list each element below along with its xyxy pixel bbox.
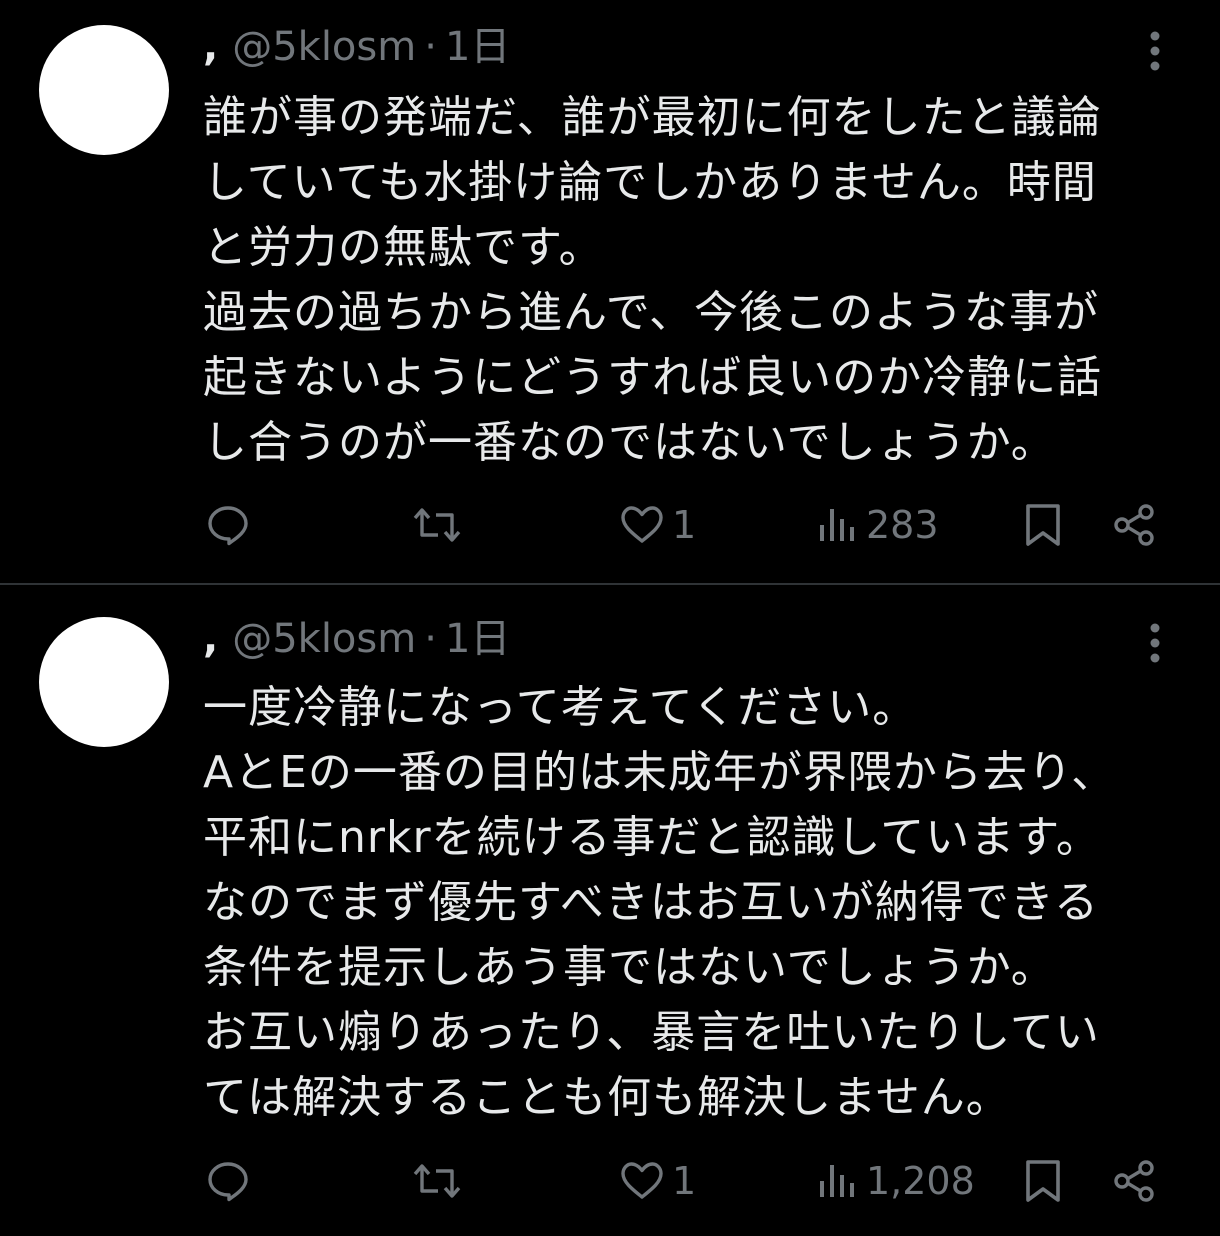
tweet-actions: 1 1,208 — [0, 1149, 1220, 1213]
avatar[interactable] — [39, 25, 169, 155]
share-icon — [1114, 1160, 1154, 1202]
tweet[interactable]: , @5klosm · 1日 一度冷静になって考えてください。 AとEの一番の目… — [0, 585, 1220, 1236]
avatar[interactable] — [39, 617, 169, 747]
bookmark-icon — [1026, 504, 1060, 546]
tweet[interactable]: , @5klosm · 1日 誰が事の発端だ、誰が最初に何をしたと議論 していて… — [0, 0, 1220, 585]
tweet-header: , @5klosm · 1日 — [203, 22, 510, 72]
view-count: 1,208 — [866, 1159, 975, 1203]
tweet-header: , @5klosm · 1日 — [203, 614, 510, 664]
like-button[interactable]: 1 — [618, 1149, 696, 1213]
tweet-actions: 1 283 — [0, 493, 1220, 557]
like-count: 1 — [672, 503, 697, 547]
like-count: 1 — [672, 1159, 697, 1203]
display-name[interactable]: , — [203, 614, 218, 664]
more-icon — [1150, 623, 1160, 663]
reply-button[interactable] — [204, 493, 252, 557]
reply-icon — [208, 1162, 248, 1202]
share-icon — [1114, 504, 1154, 546]
user-handle[interactable]: @5klosm — [232, 22, 416, 72]
more-options-button[interactable] — [1133, 26, 1177, 76]
like-icon — [621, 506, 663, 543]
bookmark-button[interactable] — [1020, 1149, 1066, 1213]
reply-icon — [208, 506, 248, 546]
view-count: 283 — [866, 503, 939, 547]
tweet-text: 誰が事の発端だ、誰が最初に何をしたと議論 していても水掛け論でしかありません。時… — [203, 92, 1103, 468]
repost-icon — [413, 1164, 461, 1198]
repost-button[interactable] — [410, 493, 464, 557]
display-name[interactable]: , — [203, 22, 218, 72]
separator-dot: · — [424, 24, 437, 70]
share-button[interactable] — [1110, 1149, 1158, 1213]
bookmark-button[interactable] — [1020, 493, 1066, 557]
more-options-button[interactable] — [1133, 618, 1177, 668]
bookmark-icon — [1026, 1160, 1060, 1202]
timestamp[interactable]: 1日 — [445, 614, 510, 664]
share-button[interactable] — [1110, 493, 1158, 557]
reply-button[interactable] — [204, 1149, 252, 1213]
like-button[interactable]: 1 — [618, 493, 696, 557]
like-icon — [621, 1162, 663, 1199]
separator-dot: · — [424, 616, 437, 662]
tweet-text: 一度冷静になって考えてください。 AとEの一番の目的は未成年が界隈から去り、 平… — [203, 682, 1117, 1123]
more-icon — [1150, 31, 1160, 71]
repost-icon — [413, 508, 461, 542]
views-icon — [820, 1165, 854, 1197]
views-button[interactable]: 1,208 — [816, 1149, 975, 1213]
user-handle[interactable]: @5klosm — [232, 614, 416, 664]
views-button[interactable]: 283 — [816, 493, 939, 557]
views-icon — [820, 509, 854, 541]
timeline-feed: , @5klosm · 1日 誰が事の発端だ、誰が最初に何をしたと議論 していて… — [0, 0, 1220, 1236]
repost-button[interactable] — [410, 1149, 464, 1213]
timestamp[interactable]: 1日 — [445, 22, 510, 72]
